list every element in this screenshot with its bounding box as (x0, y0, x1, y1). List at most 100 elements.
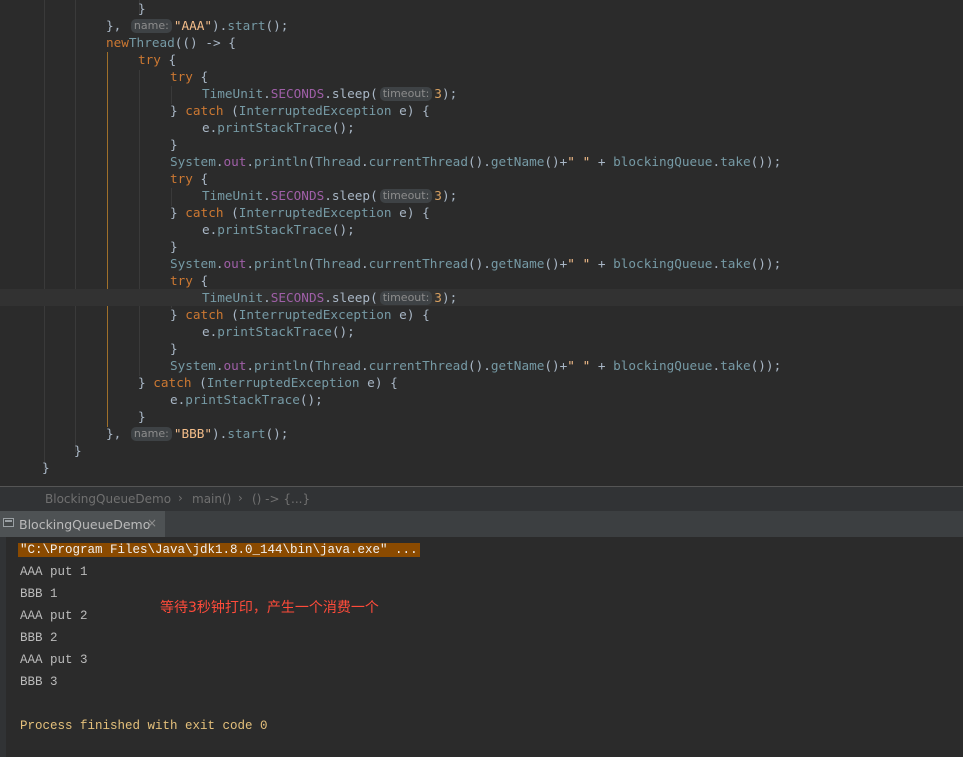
close-icon[interactable]: × (147, 516, 157, 530)
code-token: getName (490, 256, 545, 271)
code-token: } (138, 409, 146, 424)
code-line[interactable]: try { (0, 68, 208, 85)
code-token: blockingQueue (613, 154, 713, 169)
code-token: . (712, 256, 721, 271)
code-token: (). (467, 154, 491, 169)
code-token: { (160, 52, 177, 67)
code-token: try (170, 273, 193, 288)
code-token: catch (153, 375, 192, 390)
code-token: TimeUnit (202, 290, 264, 305)
code-token: (() -> { (174, 35, 236, 50)
code-line[interactable]: TimeUnit.SECONDS.sleep(timeout: 3); (0, 289, 963, 306)
code-line[interactable]: newThread(() -> { (0, 34, 236, 51)
code-token: . (712, 358, 721, 373)
code-line[interactable]: System.out.println(Thread.currentThread(… (0, 357, 781, 374)
code-token: ); (441, 86, 458, 101)
code-token: InterruptedException (238, 307, 392, 322)
code-line[interactable]: } (0, 442, 82, 459)
code-line[interactable]: e.printStackTrace(); (0, 391, 323, 408)
code-token: out (223, 256, 247, 271)
code-token: ()); (750, 358, 782, 373)
code-token: + (590, 256, 614, 271)
code-token: } (170, 103, 186, 118)
code-token: 3 (434, 188, 442, 203)
code-line[interactable]: } (0, 0, 146, 17)
code-token: Thread (315, 154, 362, 169)
parameter-hint: timeout: (379, 189, 433, 203)
code-token: println (254, 256, 308, 271)
code-line[interactable]: TimeUnit.SECONDS.sleep(timeout: 3); (0, 187, 457, 204)
code-line[interactable]: e.printStackTrace(); (0, 323, 355, 340)
code-token: (); (331, 324, 355, 339)
code-token: . (361, 256, 369, 271)
code-token: TimeUnit (202, 86, 264, 101)
code-line[interactable]: } catch (InterruptedException e) { (0, 374, 398, 391)
console-line: BBB 1 (20, 587, 58, 601)
code-token: catch (185, 205, 224, 220)
code-line[interactable]: } (0, 238, 178, 255)
code-line[interactable]: try { (0, 272, 208, 289)
code-token: . (246, 154, 255, 169)
console-line: AAA put 2 (20, 609, 88, 623)
code-token: ); (441, 290, 458, 305)
code-token: e. (202, 120, 218, 135)
code-token: ()); (750, 256, 782, 271)
code-token: currentThread (368, 358, 468, 373)
code-token: "AAA" (173, 18, 213, 33)
console-output[interactable]: "C:\Program Files\Java\jdk1.8.0_144\bin\… (0, 537, 963, 757)
code-line[interactable]: } (0, 459, 50, 476)
code-token: SECONDS (270, 290, 325, 305)
code-token: e) { (359, 375, 398, 390)
console-line: BBB 2 (20, 631, 58, 645)
run-tool-window-tabs: BlockingQueueDemo × (0, 511, 963, 538)
code-token: { (192, 69, 209, 84)
code-token: System (170, 256, 216, 271)
code-line[interactable]: }, name: "AAA").start(); (0, 17, 288, 34)
chevron-right-icon: › (178, 491, 183, 505)
code-token: ). (212, 18, 228, 33)
code-token: . (361, 154, 369, 169)
code-line[interactable]: }, name: "BBB").start(); (0, 425, 288, 442)
code-token: ()+ (544, 358, 568, 373)
code-token: try (170, 69, 193, 84)
code-line[interactable]: e.printStackTrace(); (0, 119, 355, 136)
code-token: (). (467, 256, 491, 271)
code-token: . (246, 256, 255, 271)
annotation-text: 等待3秒钟打印，产生一个消费一个 (160, 600, 379, 616)
code-token: 3 (434, 290, 442, 305)
breadcrumb-method[interactable]: main() (192, 492, 231, 506)
code-token: catch (185, 307, 224, 322)
code-token: } (138, 1, 146, 16)
code-line[interactable]: try { (0, 170, 208, 187)
code-line[interactable]: } (0, 136, 178, 153)
code-token: } (170, 205, 186, 220)
code-editor[interactable]: }}, name: "AAA").start(); newThread(() -> … (0, 0, 963, 486)
breadcrumb-class[interactable]: BlockingQueueDemo (45, 492, 171, 506)
code-token: Thread (315, 256, 362, 271)
code-line[interactable]: } (0, 340, 178, 357)
code-token: " " (567, 256, 591, 271)
code-line[interactable]: } (0, 408, 146, 425)
breadcrumb-lambda[interactable]: () -> {...} (252, 492, 310, 506)
code-token: }, (106, 18, 129, 33)
code-token: start (227, 426, 266, 441)
code-line[interactable]: e.printStackTrace(); (0, 221, 355, 238)
code-line[interactable]: } catch (InterruptedException e) { (0, 306, 430, 323)
code-token: . (361, 358, 369, 373)
java-command[interactable]: "C:\Program Files\Java\jdk1.8.0_144\bin\… (18, 543, 420, 557)
code-token: } (138, 375, 154, 390)
code-token: printStackTrace (217, 222, 332, 237)
code-line[interactable]: } catch (InterruptedException e) { (0, 204, 430, 221)
code-token: ()+ (544, 154, 568, 169)
code-line[interactable]: TimeUnit.SECONDS.sleep(timeout: 3); (0, 85, 457, 102)
code-line[interactable]: try { (0, 51, 176, 68)
code-line[interactable]: System.out.println(Thread.currentThread(… (0, 153, 781, 170)
code-line[interactable]: } catch (InterruptedException e) { (0, 102, 430, 119)
code-line[interactable]: System.out.println(Thread.currentThread(… (0, 255, 781, 272)
tab-run-blockingqueuedemo[interactable]: BlockingQueueDemo × (0, 511, 165, 537)
code-token: } (170, 239, 178, 254)
code-token: getName (490, 358, 545, 373)
code-token: take (720, 358, 751, 373)
code-token: println (254, 358, 308, 373)
code-token: e. (202, 222, 218, 237)
